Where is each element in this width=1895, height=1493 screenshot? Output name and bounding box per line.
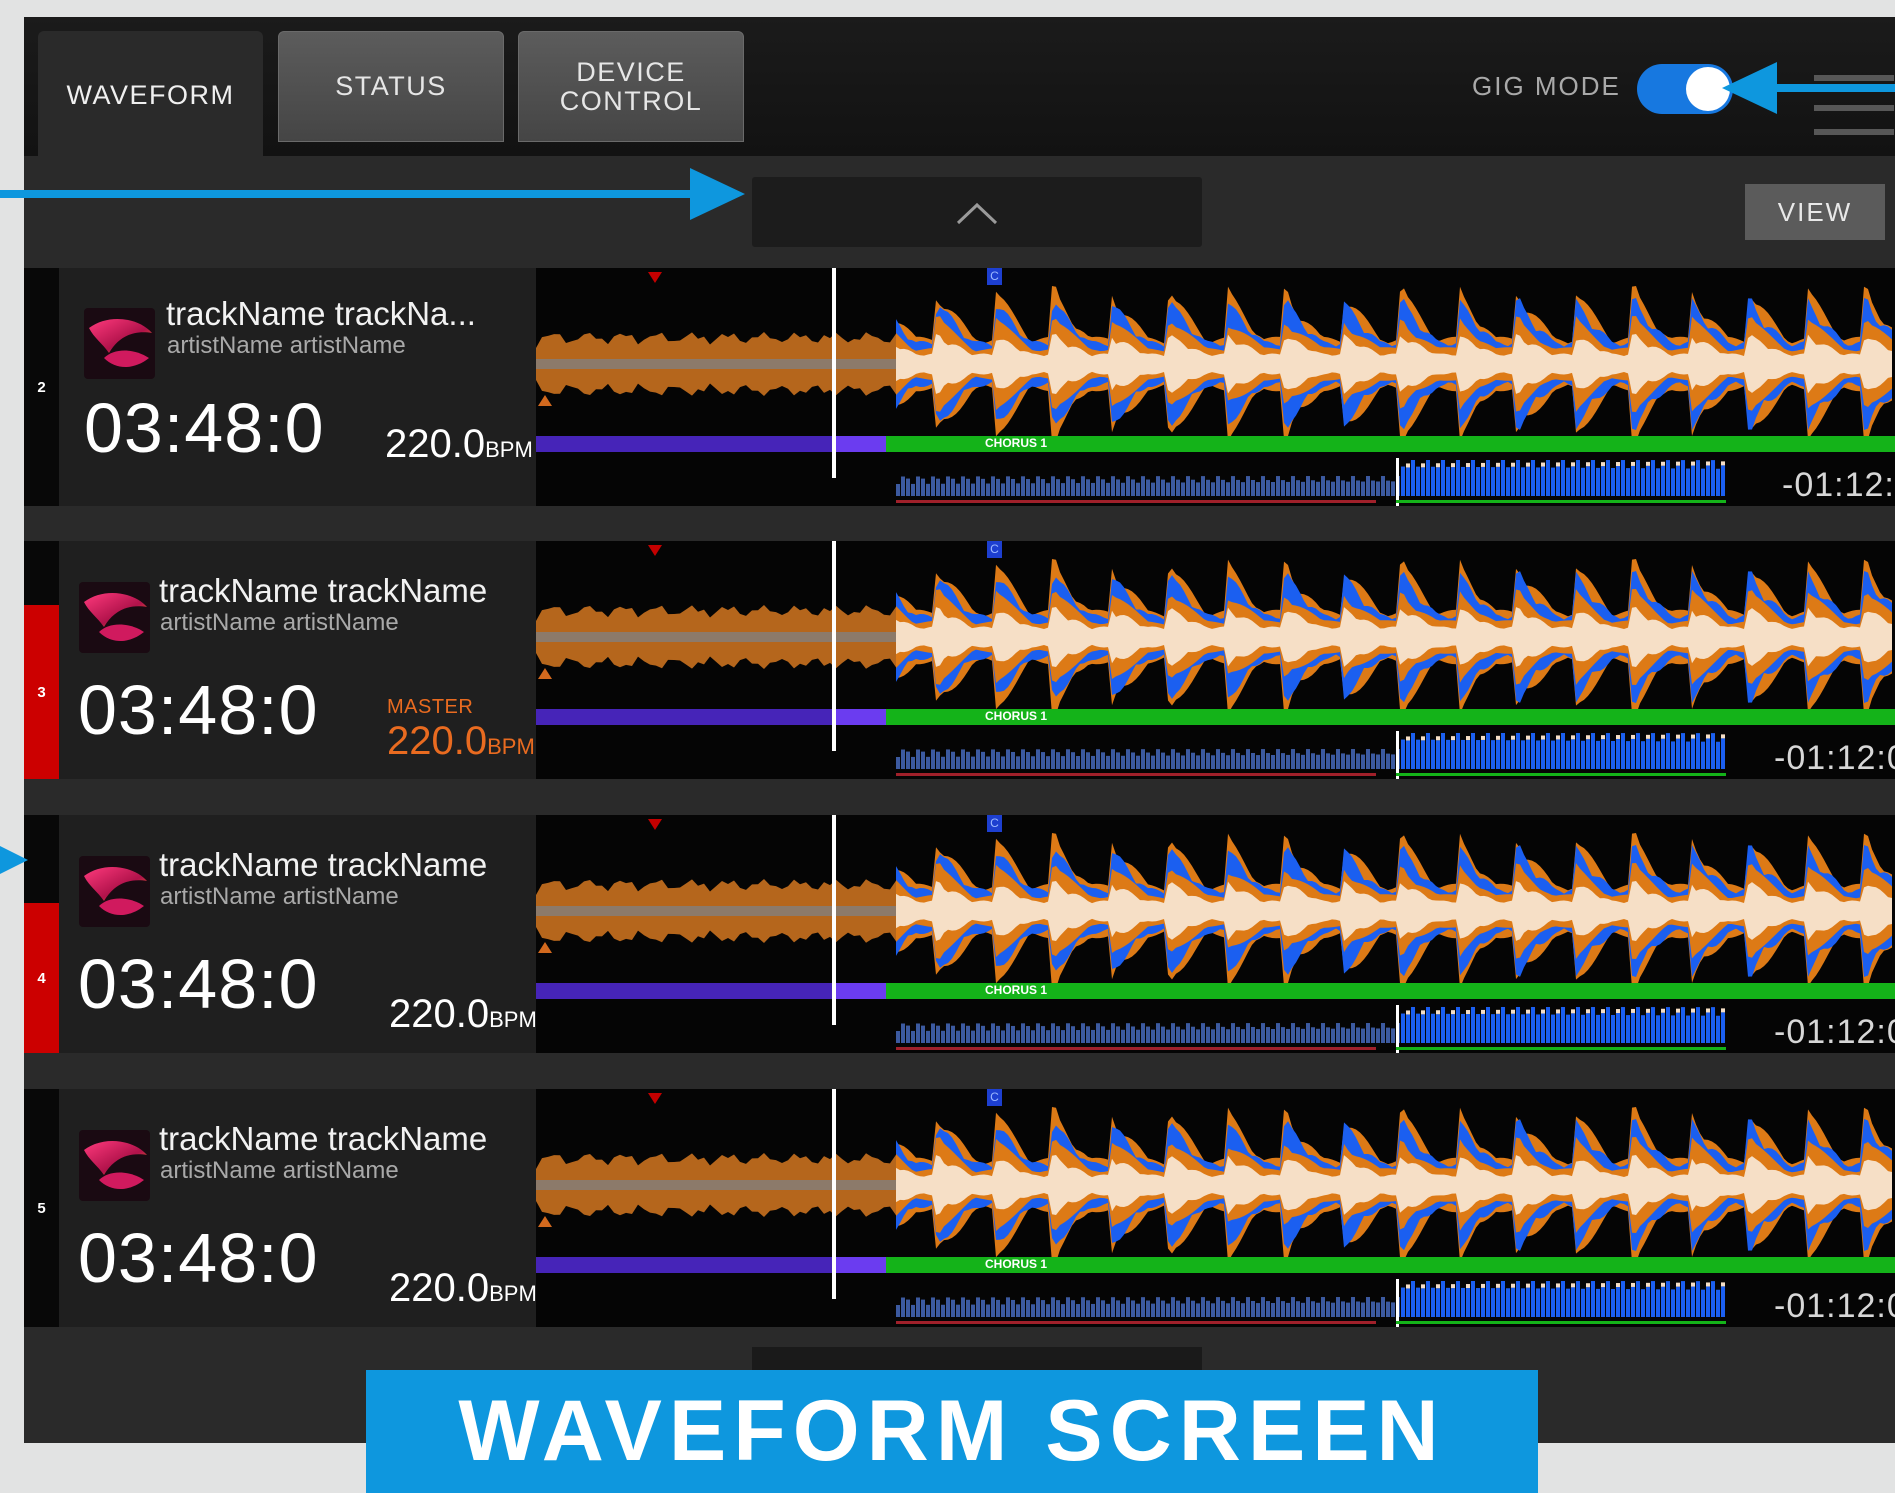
deck-row: 5 trackName trackName artistName artistN… [24,1089,1895,1327]
deck-info-panel: trackName trackNa... artistName artistNa… [59,268,536,506]
track-name: trackName trackNa... [166,295,476,332]
elapsed-time: 03:48:0 [78,1219,319,1297]
bpm-readout: 220.0BPM [389,1266,537,1311]
album-art [84,308,155,379]
bpm-readout: 220.0BPM [385,422,533,467]
bpm-value: 220.0 [389,992,490,1036]
remaining-time: -01:12:0 [1774,739,1895,777]
section-label: CHORUS 1 [985,436,1048,450]
bpm-value: 220.0 [385,422,486,466]
deck-info-panel: trackName trackName artistName artistNam… [59,815,537,1053]
bpm-unit: BPM [485,437,533,462]
track-name: trackName trackName [159,572,488,609]
bpm-unit: BPM [487,734,535,759]
deck-info-panel: trackName trackName artistName artistNam… [59,1089,537,1327]
annotation-arrow-collapse [0,168,745,220]
section-label: CHORUS 1 [985,1257,1048,1271]
cue-marker[interactable]: C [987,268,1002,285]
bpm-unit: BPM [489,1281,537,1306]
waveform-display[interactable] [536,541,1895,779]
waveform-display[interactable] [536,815,1895,1053]
bpm-readout: 220.0BPM [387,719,535,764]
remaining-time: -01:12:0 [1774,1013,1895,1051]
waveform-display[interactable] [536,268,1895,506]
elapsed-time: 03:48:0 [84,389,325,467]
tab-waveform[interactable]: WAVEFORM [38,31,263,160]
bpm-value: 220.0 [389,1266,490,1310]
section-label: CHORUS 1 [985,709,1048,723]
bpm-unit: BPM [489,1007,537,1032]
top-bar: WAVEFORM STATUS DEVICE CONTROL GIG MODE [24,17,1895,160]
tab-device-control[interactable]: DEVICE CONTROL [518,31,744,142]
remaining-time: -01:12: [1782,466,1895,504]
annotation-arrow-deck [0,846,28,874]
chevron-up-icon [956,202,998,225]
annotation-arrow-gig-mode [1722,62,1895,114]
caption-banner: WAVEFORM SCREEN [366,1370,1538,1493]
elapsed-time: 03:48:0 [78,671,319,749]
deck-row: 3 trackName trackName artistName artistN… [24,541,1895,779]
track-name: trackName trackName [159,1120,488,1157]
track-name: trackName trackName [159,846,488,883]
section-label: CHORUS 1 [985,983,1048,997]
elapsed-time: 03:48:0 [78,945,319,1023]
deck-number: 5 [37,1199,46,1217]
deck-info-panel: trackName trackName artistName artistNam… [59,541,536,779]
album-art [79,1130,150,1201]
bpm-readout: 220.0BPM [389,992,537,1037]
deck-row: 4 trackName trackName artistName artistN… [24,815,1895,1053]
album-art [79,856,150,927]
gig-mode-toggle[interactable] [1637,64,1733,114]
tab-status[interactable]: STATUS [278,31,504,142]
artist-name: artistName artistName [160,1157,399,1184]
master-label: MASTER [387,696,474,718]
deck-number: 2 [37,378,46,396]
deck-number: 3 [24,605,59,779]
album-art [79,582,150,653]
view-button[interactable]: VIEW [1745,184,1885,240]
gig-mode-label: GIG MODE [1472,71,1621,101]
waveform-display[interactable] [536,1089,1895,1327]
artist-name: artistName artistName [160,883,399,910]
deck-number: 4 [24,903,59,1053]
bpm-value: 220.0 [387,719,488,763]
cue-marker[interactable]: C [987,541,1002,558]
deck-row: 2 trackName trackNa... artistName artist… [24,268,1895,506]
cue-marker[interactable]: C [987,1089,1002,1106]
waveform-app: WAVEFORM STATUS DEVICE CONTROL GIG MODE … [24,17,1895,1443]
remaining-time: -01:12:0 [1774,1287,1895,1325]
collapse-panel-button[interactable] [752,177,1202,247]
artist-name: artistName artistName [167,332,406,359]
cue-marker[interactable]: C [987,815,1002,832]
artist-name: artistName artistName [160,609,399,636]
